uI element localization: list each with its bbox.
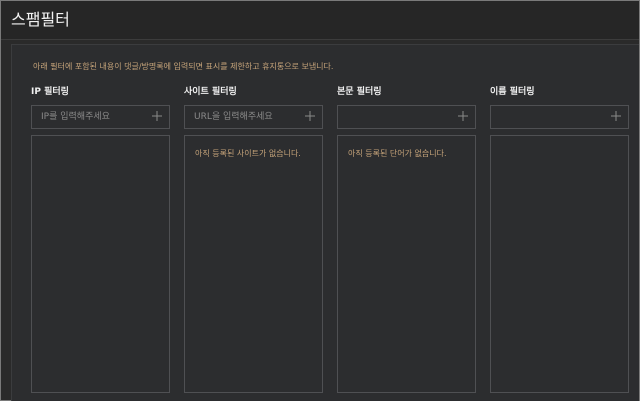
- ip-filter-input[interactable]: [32, 106, 151, 128]
- name-filter-input-box: [490, 105, 629, 129]
- body-filter-input[interactable]: [338, 106, 457, 128]
- name-filter-label: 이름 필터링: [490, 87, 535, 97]
- body-filter-label: 본문 필터링: [337, 87, 382, 97]
- plus-icon[interactable]: [303, 109, 317, 123]
- name-filter-input[interactable]: [491, 106, 610, 128]
- ip-filter-list: [31, 135, 170, 393]
- body-filter-empty-message: 아직 등록된 단어가 없습니다.: [348, 149, 447, 158]
- title-bar: 스팸필터: [1, 1, 639, 40]
- ip-filter-label: IP 필터링: [31, 87, 69, 97]
- page-title: 스팸필터: [11, 10, 70, 29]
- filter-description: 아래 필터에 포함된 내용이 댓글/방명록에 입력되면 표시를 제한하고 휴지통…: [33, 62, 334, 71]
- site-filter-list: 아직 등록된 사이트가 없습니다.: [184, 135, 323, 393]
- spam-filter-window: 스팸필터 아래 필터에 포함된 내용이 댓글/방명록에 입력되면 표시를 제한하…: [0, 0, 640, 401]
- site-filter-label: 사이트 필터링: [184, 87, 237, 97]
- ip-filter-input-box: [31, 105, 170, 129]
- site-filter-empty-message: 아직 등록된 사이트가 없습니다.: [195, 149, 301, 158]
- plus-icon[interactable]: [456, 109, 470, 123]
- site-filter-input[interactable]: [185, 106, 304, 128]
- plus-icon[interactable]: [150, 109, 164, 123]
- filter-panel: 아래 필터에 포함된 내용이 댓글/방명록에 입력되면 표시를 제한하고 휴지통…: [11, 44, 639, 401]
- site-filter-input-box: [184, 105, 323, 129]
- plus-icon[interactable]: [609, 109, 623, 123]
- body-filter-list: 아직 등록된 단어가 없습니다.: [337, 135, 476, 393]
- body-filter-input-box: [337, 105, 476, 129]
- name-filter-list: [490, 135, 629, 393]
